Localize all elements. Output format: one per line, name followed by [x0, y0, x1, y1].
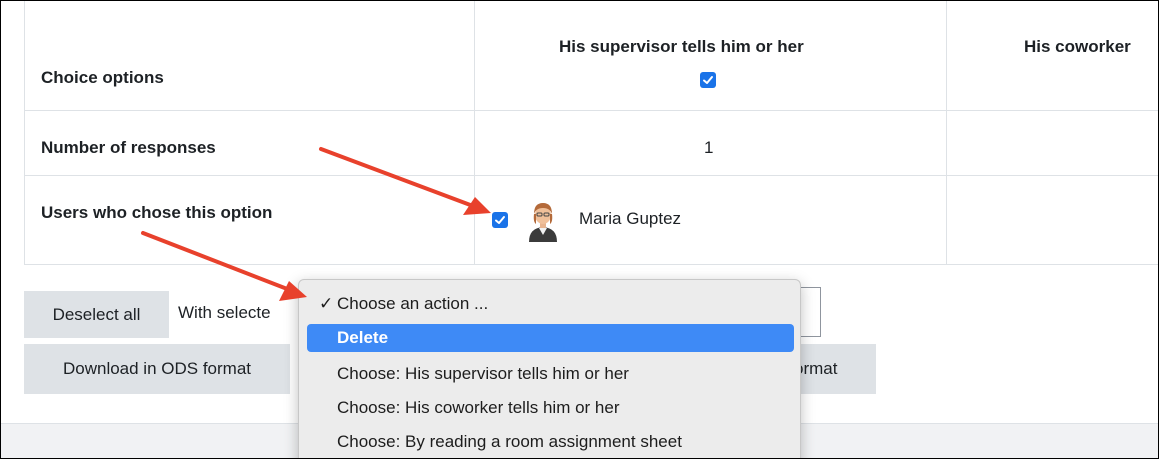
user-avatar-icon	[529, 203, 557, 242]
table-row: Choice options His supervisor tells him …	[24, 1, 1158, 111]
menu-item-choose-supervisor[interactable]: Choose: His supervisor tells him or her	[307, 360, 794, 388]
table-row: Number of responses 1	[24, 111, 1158, 176]
column-header-coworker: His coworker	[1024, 37, 1131, 56]
checkmark-icon	[495, 216, 505, 224]
user-name[interactable]: Maria Guptez	[579, 209, 681, 229]
download-ods-button[interactable]: Download in ODS format	[24, 344, 290, 394]
response-count: 1	[704, 138, 714, 157]
menu-item-choose-action[interactable]: ✓ Choose an action ...	[307, 290, 794, 318]
number-of-responses-label: Number of responses	[41, 138, 216, 157]
column-divider	[946, 1, 947, 264]
checkmark-icon	[703, 76, 713, 84]
column-divider	[474, 1, 475, 264]
user-select-checkbox[interactable]	[492, 212, 508, 228]
column-header-supervisor: His supervisor tells him or her	[559, 37, 804, 56]
checkmark-icon: ✓	[319, 294, 334, 313]
choice-options-label: Choice options	[41, 68, 164, 87]
menu-item-delete[interactable]: Delete	[307, 324, 794, 352]
menu-item-choose-coworker[interactable]: Choose: His coworker tells him or her	[307, 394, 794, 422]
users-chose-label: Users who chose this option	[41, 203, 273, 222]
download-other-format-button[interactable]: ormat	[791, 344, 876, 394]
column-select-checkbox[interactable]	[700, 72, 716, 88]
table-row: Users who chose this option Maria Guptez	[24, 176, 1158, 265]
page-frame: Choice options His supervisor tells him …	[0, 0, 1159, 459]
table-border-left	[24, 1, 25, 264]
menu-item-choose-room-sheet[interactable]: Choose: By reading a room assignment she…	[307, 428, 794, 456]
with-selected-label: With selecte	[178, 303, 271, 322]
deselect-all-button[interactable]: Deselect all	[24, 291, 169, 338]
action-dropdown-menu: ✓ Choose an action ... Delete Choose: Hi…	[298, 279, 801, 458]
